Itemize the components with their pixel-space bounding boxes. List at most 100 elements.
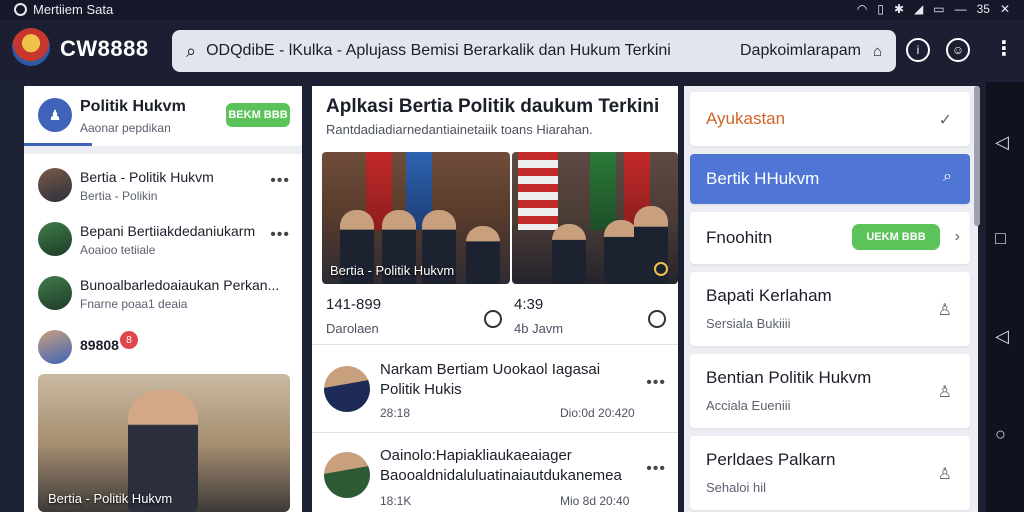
featured-photo[interactable]: Bertia - Politik Hukvm [38,374,290,512]
back-icon[interactable]: ◁ [995,132,1009,153]
profile-card[interactable]: ♟ Politik Hukvm Aaonar pepdikan BEKM BBB [24,86,302,146]
notification-icon[interactable]: ☺ [946,38,970,62]
photo-caption: Bertia - Politik Hukvm [48,491,173,506]
minimize-icon[interactable]: — [955,2,967,16]
unread-badge: 8 [120,331,138,349]
status-app-name: Mertiiem Sata [33,2,114,17]
news-title: Oainolo:Hapiakliaukaeaiager Baooaldnidal… [380,447,622,484]
search-bar[interactable]: ⌕ ODQdibE - lKulka - Aplujass Bemisi Ber… [172,30,896,72]
stat-value: 4:39 [514,296,544,313]
bluetooth-icon: ✱ [893,2,904,16]
list-item-title: Bertia - Politik Hukvm [80,169,214,185]
chevron-right-icon[interactable]: › [955,228,960,246]
status-time: 35 [976,2,990,16]
stat-label: 4b Javm [514,321,564,336]
play-icon[interactable] [654,262,668,276]
search-suffix: Dapkoimlarapam [740,42,861,59]
avatar [324,366,370,412]
list-item[interactable]: Bepani Bertiiakdedaniukarm Aoaioo tetiia… [24,212,302,266]
close-icon[interactable]: ✕ [1000,2,1010,16]
feed-title: Aplkasi Bertia Politik daukum Terkini [326,96,660,117]
overview-icon[interactable]: □ [995,228,1006,249]
photo-caption: Bertia - Politik Hukvm [330,263,455,278]
filter-title: Ayukastan [706,109,786,128]
avatar [38,276,72,310]
flag [590,152,616,230]
feed-subtitle: Rantdadiadiarnedantiainetaiik toans Hiar… [326,122,593,137]
avatar [38,168,72,202]
topic-card[interactable]: Bentian Politik Hukvm Acciala Eueniii ♙ [690,354,970,428]
back-icon-secondary[interactable]: ◁ [995,326,1009,347]
profile-pill[interactable]: BEKM BBB [226,103,290,127]
stat-block: 141-899 Darolaen [326,296,381,336]
more-icon[interactable]: ••• [646,374,666,392]
more-menu-icon[interactable]: ⋮ [994,36,1014,61]
battery-icon: ▭ [933,2,945,16]
person [604,220,638,284]
topic-card[interactable]: Bapati Kerlaham Sersiala Bukiiii ♙ [690,272,970,346]
news-title: Narkam Bertiam Uookaol Iagasai Politik H… [380,361,601,398]
flag [518,152,558,230]
promo-card[interactable]: Fnoohitn UEKM BBB › [690,212,970,264]
active-tab-indicator [24,143,92,146]
topic-subtitle: Sehaloi hil [706,480,766,495]
divider [312,432,678,433]
comment-icon[interactable] [484,310,502,328]
more-icon[interactable]: ••• [270,172,290,190]
filter-card[interactable]: Ayukastan ✓ [690,92,970,146]
person [552,224,586,284]
user-icon[interactable]: ♙ [938,382,952,402]
more-icon[interactable]: ••• [270,226,290,244]
brand-name: CW8888 [60,36,149,61]
list-item[interactable]: Bunoalbarledoaiaukan Perkan... Fnarne po… [24,266,302,320]
promo-pill[interactable]: UEKM BBB [852,224,940,250]
list-item[interactable]: Bertia - Politik Hukvm Bertia - Polikin … [24,158,302,212]
news-meta: 28:18 [380,406,411,420]
list-item[interactable]: 89808 8 [24,320,302,374]
feed-photo-left[interactable]: Bertia - Politik Hukvm [322,152,510,284]
vibrate-icon: ▯ [877,2,884,16]
status-icons: ◠ ▯ ✱ ◢ ▭ — 35 ✕ [857,2,1010,16]
profile-avatar: ♟ [38,98,72,132]
feed-photo-right[interactable] [512,152,678,284]
bookmark-icon[interactable]: ⌂ [873,43,882,60]
divider [312,344,678,345]
avatar [38,330,72,364]
info-icon[interactable]: i [906,38,930,62]
news-meta: 18:1K [380,494,412,508]
search-icon: ⌕ [186,40,197,61]
topic-card[interactable]: Perldaes Palkarn Sehaloi hil ♙ [690,436,970,510]
person [466,226,500,284]
search-law-title: Bertik HHukvm [706,169,820,188]
scrollbar[interactable] [974,86,980,226]
check-icon: ✓ [938,112,952,129]
search-text: ODQdibE - lKulka - Aplujass Bemisi Berar… [206,42,671,59]
status-app: Mertiiem Sata [14,2,113,17]
news-date: Dio:0d 20:420 [560,406,635,420]
topic-title: Perldaes Palkarn [706,450,836,469]
more-icon[interactable]: ••• [646,460,666,478]
stat-block: 4:39 4b Javm [514,296,563,336]
topic-subtitle: Acciala Eueniii [706,398,791,413]
news-item[interactable]: Oainolo:Hapiakliaukaeaiager Baooaldnidal… [312,434,678,512]
topic-subtitle: Sersiala Bukiiii [706,316,791,331]
main-feed: Aplkasi Bertia Politik daukum Terkini Ra… [312,86,678,512]
profile-title: Politik Hukvm [80,98,186,115]
status-bar: Mertiiem Sata ◠ ▯ ✱ ◢ ▭ — 35 ✕ [0,0,1024,20]
news-item[interactable]: Narkam Bertiam Uookaol Iagasai Politik H… [312,348,678,428]
home-icon[interactable]: ○ [995,424,1006,445]
right-panel: Ayukastan ✓ Bertik HHukvm ⌕ Fnoohitn UEK… [684,86,978,512]
search-icon: ⌕ [943,168,952,185]
list-item-title: 89808 [80,337,119,353]
list-item-subtitle: Bertia - Polikin [80,189,158,203]
list-item-title: Bepani Bertiiakdedaniukarm [80,223,256,239]
search-law-card[interactable]: Bertik HHukvm ⌕ [690,154,970,204]
avatar [38,222,72,256]
topic-title: Bentian Politik Hukvm [706,368,872,387]
brand-logo-icon[interactable] [12,28,50,66]
comment-icon[interactable] [648,310,666,328]
avatar [324,452,370,498]
user-icon[interactable]: ♙ [938,464,952,484]
user-icon[interactable]: ♙ [938,300,952,320]
profile-subtitle: Aaonar pepdikan [80,121,171,135]
